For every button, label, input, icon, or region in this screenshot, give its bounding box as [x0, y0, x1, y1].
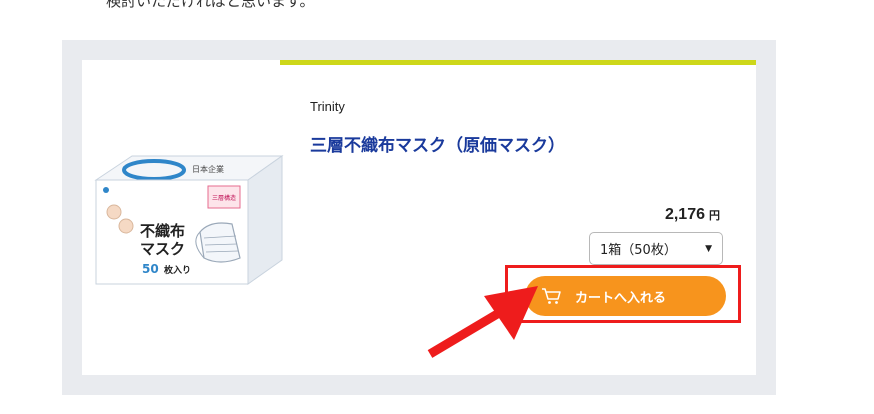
accent-bar	[280, 60, 756, 65]
add-to-cart-label: カートへ入れる	[575, 290, 667, 306]
box-badge: 三層構造	[212, 194, 236, 202]
product-image[interactable]: 日本企業 三層構造 不織布 マスク 50 枚入り	[92, 150, 284, 285]
cart-icon	[542, 288, 561, 304]
product-brand: Trinity	[310, 99, 345, 114]
svg-text:日本企業: 日本企業	[192, 164, 224, 174]
product-title-link[interactable]: 三層不織布マスク（原価マスク）	[310, 131, 565, 156]
product-price: 2,176 円	[665, 206, 720, 224]
box-text-line2: マスク	[140, 240, 185, 258]
price-amount: 2,176	[664, 206, 705, 223]
add-to-cart-button[interactable]: カートへ入れる	[525, 276, 726, 316]
quantity-selected-value: 1箱（50枚）	[600, 243, 677, 258]
intro-text: 検討いただければと思います。	[106, 0, 315, 10]
dropdown-arrow-icon: ▼	[705, 243, 712, 254]
quantity-select[interactable]: 1箱（50枚） ▼	[589, 232, 723, 265]
box-count-label: 枚入り	[164, 264, 191, 276]
box-text-line1: 不織布	[140, 222, 185, 240]
price-unit: 円	[709, 210, 720, 222]
box-count-number: 50	[142, 262, 159, 276]
annotation-arrow-icon	[427, 286, 538, 358]
